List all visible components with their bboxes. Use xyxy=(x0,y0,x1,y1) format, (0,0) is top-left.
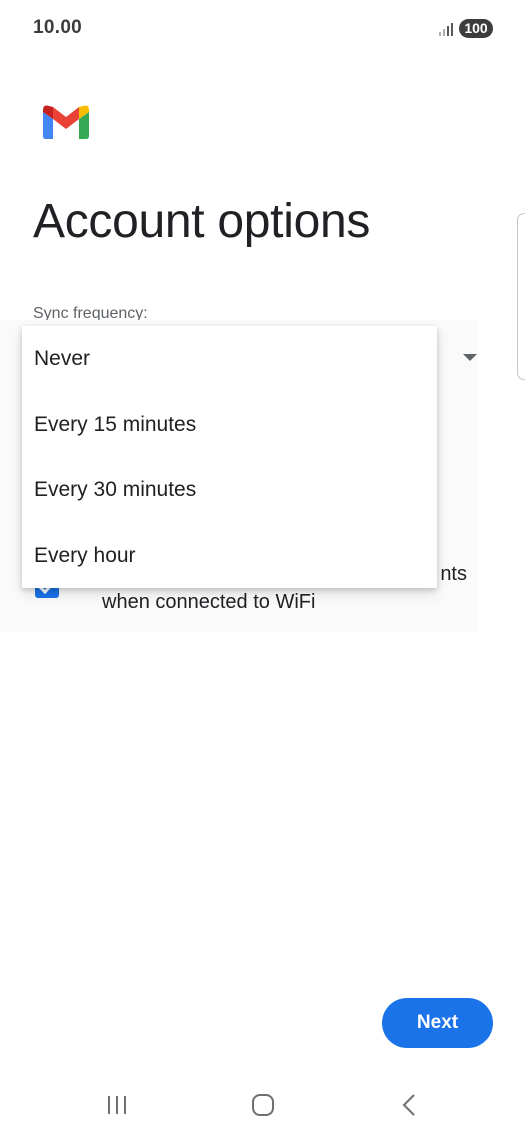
status-bar: 10.00 100 xyxy=(0,0,525,60)
home-icon xyxy=(252,1094,274,1116)
checkbox-label-line-2: when connected to WiFi xyxy=(102,591,316,613)
page-title: Account options xyxy=(33,195,371,248)
edge-panel-handle[interactable] xyxy=(517,213,525,380)
navigation-bar xyxy=(0,1070,525,1138)
home-button[interactable] xyxy=(243,1090,283,1120)
menu-item-every-hour[interactable]: Every hour xyxy=(22,523,437,589)
battery-badge: 100 xyxy=(459,19,493,38)
next-button[interactable]: Next xyxy=(382,998,493,1048)
menu-item-every-15-minutes[interactable]: Every 15 minutes xyxy=(22,392,437,458)
back-button[interactable] xyxy=(390,1090,430,1120)
signal-icon xyxy=(438,21,454,37)
recent-apps-button[interactable] xyxy=(97,1090,137,1120)
status-time: 10.00 xyxy=(33,17,83,38)
dropdown-arrow-icon[interactable] xyxy=(463,354,477,361)
gmail-icon xyxy=(43,104,89,139)
menu-item-every-30-minutes[interactable]: Every 30 minutes xyxy=(22,457,437,523)
status-icons: 100 xyxy=(438,19,493,38)
menu-item-never[interactable]: Never xyxy=(22,326,437,392)
back-icon xyxy=(402,1094,415,1116)
recent-apps-icon xyxy=(108,1096,126,1114)
sync-frequency-menu: Never Every 15 minutes Every 30 minutes … xyxy=(22,326,437,588)
